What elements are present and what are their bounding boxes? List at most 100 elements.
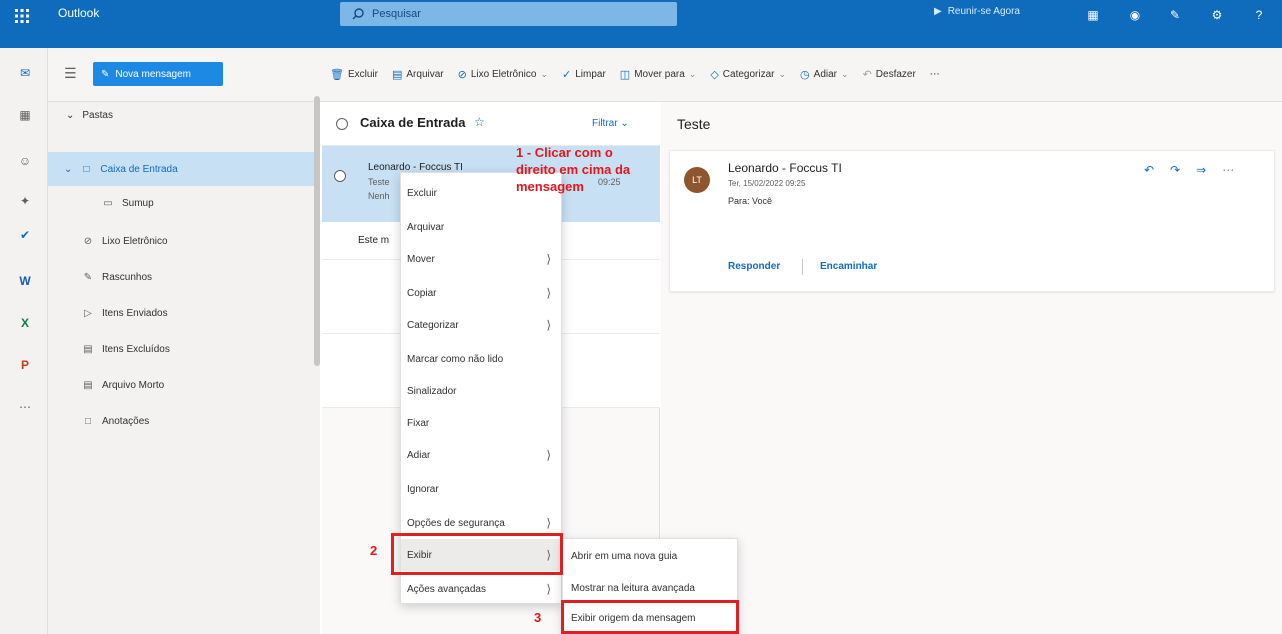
word-icon[interactable]: W xyxy=(16,272,34,290)
chevron-right-icon: ⟩ xyxy=(546,582,551,596)
folder-pane: ⌄ Pastas ⌄ □ Caixa de Entrada ▭ Sumup ⊘ … xyxy=(48,96,320,634)
video-icon: ▶ xyxy=(934,6,942,17)
menu-item-flag[interactable]: Sinalizador xyxy=(401,375,561,407)
folder-scrollbar[interactable] xyxy=(314,96,320,366)
chevron-right-icon: ⟩ xyxy=(546,252,551,266)
folder-item-deleted[interactable]: ▤ Itens Excluídos xyxy=(48,332,314,366)
email-date: Ter, 15/02/2022 09:25 xyxy=(728,179,806,188)
divider xyxy=(802,259,803,275)
folder-item-drafts[interactable]: ✎ Rascunhos xyxy=(48,260,314,294)
powerpoint-icon[interactable]: P xyxy=(16,356,34,374)
meet-now-button[interactable]: ▶ Reunir-se Agora xyxy=(934,6,1020,17)
folder-item-inbox[interactable]: ⌄ □ Caixa de Entrada xyxy=(48,152,314,186)
feedback-icon[interactable]: ✎ xyxy=(1164,4,1186,26)
folder-title: Caixa de Entrada xyxy=(360,115,466,130)
chevron-down-icon: ⌄ xyxy=(841,69,849,79)
attach-icon[interactable]: ✦ xyxy=(16,192,34,210)
folder-item-archive[interactable]: ▤ Arquivo Morto xyxy=(48,368,314,402)
folder-move-icon: ◫ xyxy=(619,69,631,81)
clock-icon: ◷ xyxy=(800,69,810,81)
block-icon: ⊘ xyxy=(83,235,93,247)
menu-item-snooze[interactable]: Adiar ⟩ xyxy=(401,439,561,471)
menu-item-move[interactable]: Mover ⟩ xyxy=(401,243,561,275)
email-subject: Teste xyxy=(677,116,711,132)
send-icon: ▷ xyxy=(84,307,92,319)
help-icon[interactable]: ? xyxy=(1248,4,1270,26)
message-list-header: Caixa de Entrada ☆ Filtrar ⌄ xyxy=(322,102,660,146)
filter-button[interactable]: Filtrar ⌄ xyxy=(592,118,629,129)
annotation-step-1: 1 - Clicar com o direito em cima da mens… xyxy=(516,145,631,194)
email-recipient: Para: Você xyxy=(728,196,773,206)
highlight-box-view-source xyxy=(561,600,739,634)
menu-item-copy[interactable]: Copiar ⟩ xyxy=(401,277,561,309)
folder-item-junk[interactable]: ⊘ Lixo Eletrônico xyxy=(48,224,314,258)
broom-icon: ✓ xyxy=(562,69,572,81)
reply-all-icon[interactable]: ↷ xyxy=(1170,163,1180,177)
more-icon[interactable]: ⋯ xyxy=(1222,163,1234,177)
note-icon: □ xyxy=(84,415,92,427)
forward-icon[interactable]: ⇒ xyxy=(1196,163,1206,177)
people-icon[interactable]: ☺ xyxy=(16,152,34,170)
chevron-down-icon: ⌄ xyxy=(778,69,787,79)
folder-item-notes[interactable]: □ Anotações xyxy=(48,404,314,438)
apps-grid-icon[interactable]: ▦ xyxy=(1082,4,1104,26)
trash-icon: 🗑 xyxy=(330,69,344,81)
settings-gear-icon[interactable]: ⚙ xyxy=(1206,4,1228,26)
menu-item-mark-unread[interactable]: Marcar como não lido xyxy=(401,343,561,375)
new-message-button[interactable]: ✎ Nova mensagem xyxy=(93,62,223,86)
folder-item-sumup[interactable]: ▭ Sumup xyxy=(48,186,314,220)
menu-item-archive[interactable]: Arquivar xyxy=(401,211,561,243)
trash-icon: ▤ xyxy=(83,343,93,355)
mail-icon[interactable]: ✉ xyxy=(16,64,34,82)
undo-icon: ↶ xyxy=(862,69,872,81)
junk-button[interactable]: ⊘ Lixo Eletrônico ⌄ xyxy=(458,68,548,81)
favorite-star-icon[interactable]: ☆ xyxy=(474,115,485,129)
app-launcher-icon[interactable] xyxy=(10,4,34,28)
app-title[interactable]: Outlook xyxy=(58,6,99,20)
submenu-item-immersive-reader[interactable]: Mostrar na leitura avançada xyxy=(563,573,737,603)
skype-icon[interactable]: ◉ xyxy=(1124,4,1146,26)
chevron-right-icon: ⟩ xyxy=(546,286,551,300)
sender-avatar[interactable]: LT xyxy=(684,167,710,193)
calendar-icon[interactable]: ▦ xyxy=(16,106,34,124)
move-to-button[interactable]: ◫ Mover para ⌄ xyxy=(620,68,697,81)
folders-header[interactable]: ⌄ Pastas xyxy=(66,110,113,121)
todo-check-icon[interactable]: ✔ xyxy=(16,226,34,244)
submenu-item-open-new-tab[interactable]: Abrir em uma nova guia xyxy=(563,541,737,571)
search-box[interactable]: Pesquisar xyxy=(340,2,677,26)
hamburger-menu-icon[interactable]: ☰ xyxy=(64,65,77,82)
reply-icon[interactable]: ↶ xyxy=(1144,163,1154,177)
undo-button[interactable]: ↶ Desfazer xyxy=(863,68,916,81)
email-sender[interactable]: Leonardo - Foccus TI xyxy=(728,161,842,175)
delete-button[interactable]: 🗑 Excluir xyxy=(330,68,378,81)
excel-icon[interactable]: X xyxy=(16,314,34,332)
message-select-radio[interactable] xyxy=(334,170,346,182)
menu-item-pin[interactable]: Fixar xyxy=(401,407,561,439)
chevron-down-icon: ⌄ xyxy=(540,69,548,79)
annotation-step-2: 2 xyxy=(370,543,378,558)
more-icon: ⋯ xyxy=(929,69,940,80)
snooze-button[interactable]: ◷ Adiar ⌄ xyxy=(800,68,849,81)
message-preview: Nenh xyxy=(368,191,390,201)
block-icon: ⊘ xyxy=(457,69,467,81)
chevron-right-icon: ⟩ xyxy=(546,516,551,530)
archive-icon: ▤ xyxy=(83,379,93,391)
menu-item-advanced-actions[interactable]: Ações avançadas ⟩ xyxy=(401,573,561,605)
inbox-icon: □ xyxy=(83,163,90,175)
categorize-button[interactable]: ◇ Categorizar ⌄ xyxy=(710,68,786,81)
archive-button[interactable]: ▤ Arquivar xyxy=(392,68,444,81)
app-rail: ✉ ▦ ☺ ✦ ✔ W X P ⋯ xyxy=(0,48,48,634)
select-all-checkbox[interactable] xyxy=(336,118,348,130)
folder-item-sent[interactable]: ▷ Itens Enviados xyxy=(48,296,314,330)
sweep-button[interactable]: ✓ Limpar xyxy=(562,68,606,81)
pencil-icon: ✎ xyxy=(83,271,93,283)
menu-item-categorize[interactable]: Categorizar ⟩ xyxy=(401,309,561,341)
chevron-right-icon: ⟩ xyxy=(546,448,551,462)
reply-link[interactable]: Responder xyxy=(728,261,780,272)
menu-item-ignore[interactable]: Ignorar xyxy=(401,473,561,505)
more-actions-button[interactable]: ⋯ xyxy=(930,69,940,80)
forward-link[interactable]: Encaminhar xyxy=(820,261,877,272)
chevron-down-icon: ⌄ xyxy=(688,69,697,79)
more-apps-icon[interactable]: ⋯ xyxy=(16,398,34,416)
folder-icon: ▭ xyxy=(103,197,113,209)
